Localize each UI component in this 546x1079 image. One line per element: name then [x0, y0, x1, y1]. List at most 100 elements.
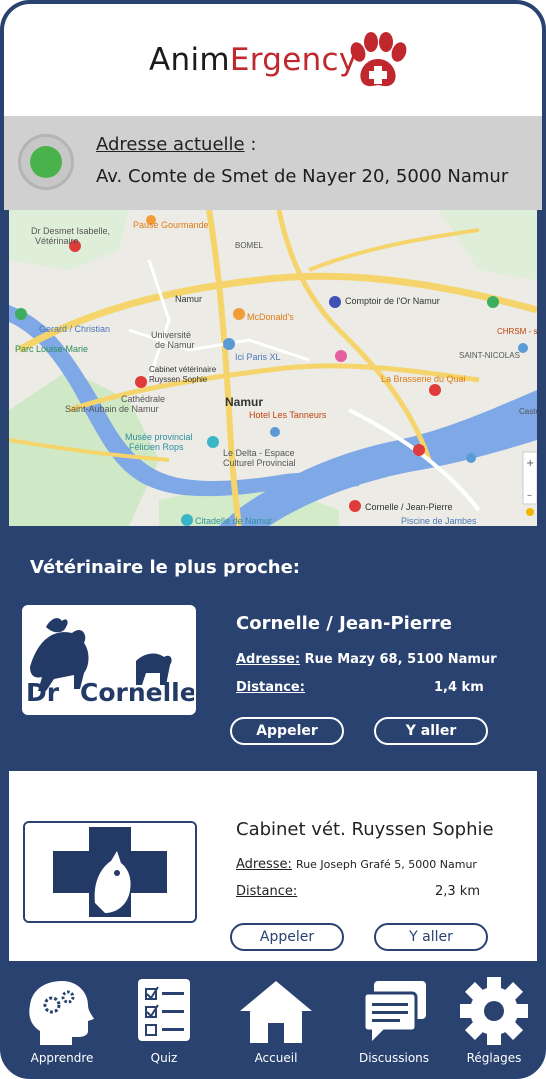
- vet-address-row: Adresse: Rue Mazy 68, 5100 Namur: [236, 652, 497, 667]
- logo-text-cornelle: Cornelle: [80, 678, 196, 707]
- map-label: Piscine de Jambes: [401, 516, 477, 526]
- go-button[interactable]: Y aller: [374, 717, 488, 745]
- current-address-label: Adresse actuelle :: [96, 134, 257, 155]
- pin-extra[interactable]: [413, 444, 425, 456]
- app-header: AnimErgency: [4, 4, 542, 116]
- logo-text-ergency: Ergency: [229, 42, 358, 78]
- checklist-icon: [138, 979, 190, 1041]
- nav-label: Discussions: [358, 1051, 430, 1065]
- map-label: Félicien Rops: [129, 442, 184, 452]
- current-address-value: Av. Comte de Smet de Nayer 20, 5000 Namu…: [96, 166, 509, 187]
- map-label: Saint-Aubain de Namur: [65, 404, 159, 414]
- vet-logo-ruyssen: [23, 821, 197, 923]
- map-city-label: Namur: [225, 395, 263, 409]
- nearest-vet-title: Vétérinaire le plus proche:: [30, 557, 301, 578]
- cornelle-logo-image: Dr Cornelle: [24, 607, 196, 713]
- paw-cross-icon: [350, 32, 407, 87]
- map-label: Comptoir de l'Or Namur: [345, 296, 440, 306]
- map-label: Cathédrale: [121, 394, 165, 404]
- pin-ruyssen[interactable]: [135, 376, 147, 388]
- ruyssen-logo-image: [25, 823, 195, 921]
- map-zoom-controls[interactable]: + –: [522, 451, 537, 505]
- nav-label: Apprendre: [30, 1051, 94, 1065]
- gear-icon: [460, 977, 528, 1045]
- map-label: Hotel Les Tanneurs: [249, 410, 327, 420]
- map-label: Ruyssen Sophie: [149, 375, 208, 384]
- vet-address-row: Adresse: Rue Joseph Grafé 5, 5000 Namur: [236, 857, 477, 872]
- map-label: Vétérinaire: [35, 236, 79, 246]
- brain-gears-icon: [29, 981, 94, 1045]
- map-label: Namur: [175, 294, 202, 304]
- address-value: Rue Mazy 68, 5100 Namur: [304, 652, 497, 667]
- logo-text-anim: Anim: [149, 42, 230, 78]
- vet-distance-row: Distance:: [236, 884, 297, 899]
- distance-value: 1,4 km: [434, 680, 484, 695]
- current-address-bar: Adresse actuelle : Av. Comte de Smet de …: [4, 116, 542, 210]
- map-label: de Namur: [155, 340, 195, 350]
- map-label: Gerard / Christian: [39, 324, 110, 334]
- pin-ici-paris[interactable]: [223, 338, 235, 350]
- map-label: Le Delta - Espace: [223, 448, 295, 458]
- home-icon: [240, 981, 312, 1043]
- vet-logo-cornelle: Dr Cornelle: [22, 605, 196, 715]
- nav-apprendre[interactable]: Apprendre: [12, 961, 112, 1075]
- distance-label: Distance:: [236, 884, 298, 899]
- distance-value: 2,3 km: [435, 884, 480, 899]
- zoom-in-icon[interactable]: +: [526, 458, 534, 469]
- pin-comptoir[interactable]: [329, 296, 341, 308]
- nav-label: Quiz: [150, 1051, 178, 1065]
- nav-reglages[interactable]: Réglages: [444, 961, 542, 1075]
- pin-hotel[interactable]: [335, 350, 347, 362]
- vet-card-ruyssen[interactable]: Cabinet vét. Ruyssen Sophie Adresse: Rue…: [9, 771, 537, 961]
- go-button[interactable]: Y aller: [374, 923, 488, 951]
- map-label: Citadelle de Namur: [195, 516, 272, 526]
- nav-label: Réglages: [466, 1051, 522, 1065]
- distance-label: Distance:: [236, 680, 305, 695]
- map-label: Caste: [519, 407, 537, 416]
- pin-brasserie[interactable]: [429, 384, 441, 396]
- map-label: Parc Louise-Marie: [15, 344, 88, 354]
- pin-citadelle[interactable]: [181, 514, 193, 526]
- pegman-icon[interactable]: [526, 508, 534, 516]
- address-value: Rue Joseph Grafé 5, 5000 Namur: [296, 858, 477, 871]
- pin-blue[interactable]: [270, 427, 280, 437]
- map-label: Université: [151, 330, 191, 340]
- map-view[interactable]: Dr Desmet Isabelle, Vétérinaire Pause Go…: [9, 210, 537, 526]
- map-canvas[interactable]: Dr Desmet Isabelle, Vétérinaire Pause Go…: [9, 210, 537, 526]
- call-button[interactable]: Appeler: [230, 717, 344, 745]
- nav-label: Accueil: [254, 1051, 298, 1065]
- map-label: SAINT-NICOLAS: [459, 351, 520, 360]
- map-label: Culturel Provincial: [223, 458, 296, 468]
- address-label: Adresse:: [236, 857, 292, 872]
- pin-blue-2[interactable]: [466, 453, 476, 463]
- map-label: Ici Paris XL: [235, 352, 281, 362]
- nav-quiz[interactable]: Quiz: [114, 961, 214, 1075]
- map-label: Cabinet vétérinaire: [149, 365, 217, 374]
- map-label: Cornelle / Jean-Pierre: [365, 502, 453, 512]
- chat-icon: [362, 981, 426, 1041]
- map-label: CHRSM - site Sainte-Élisabeth: [497, 327, 537, 336]
- app-screen: AnimErgency Adresse actuelle : Av. Comte…: [0, 0, 546, 1079]
- zoom-out-icon[interactable]: –: [527, 490, 532, 501]
- bottom-navigation: Apprendre Quiz Accueil Discussions Régla…: [4, 961, 542, 1075]
- vet-name: Cornelle / Jean-Pierre: [236, 613, 452, 634]
- call-button[interactable]: Appeler: [230, 923, 344, 951]
- pin-green[interactable]: [487, 296, 499, 308]
- nav-discussions[interactable]: Discussions: [344, 961, 444, 1075]
- pin-cornelle[interactable]: [349, 500, 361, 512]
- vet-name: Cabinet vét. Ruyssen Sophie: [236, 819, 494, 840]
- logo-text-dr: Dr: [26, 678, 60, 707]
- map-label: McDonald's: [247, 312, 294, 322]
- pin-musee[interactable]: [207, 436, 219, 448]
- nav-accueil[interactable]: Accueil: [226, 961, 326, 1075]
- map-label: BOMEL: [235, 241, 264, 250]
- map-label: Dr Desmet Isabelle,: [31, 226, 110, 236]
- pin-mcdonalds[interactable]: [233, 308, 245, 320]
- app-logo: AnimErgency: [149, 42, 358, 78]
- location-status-indicator: [18, 134, 74, 190]
- map-label: Pause Gourmande: [133, 220, 209, 230]
- pin-park[interactable]: [15, 308, 27, 320]
- map-label: La Brasserie du Quai: [381, 374, 466, 384]
- vet-distance-row: Distance:: [236, 680, 305, 695]
- map-label: Musée provincial: [125, 432, 193, 442]
